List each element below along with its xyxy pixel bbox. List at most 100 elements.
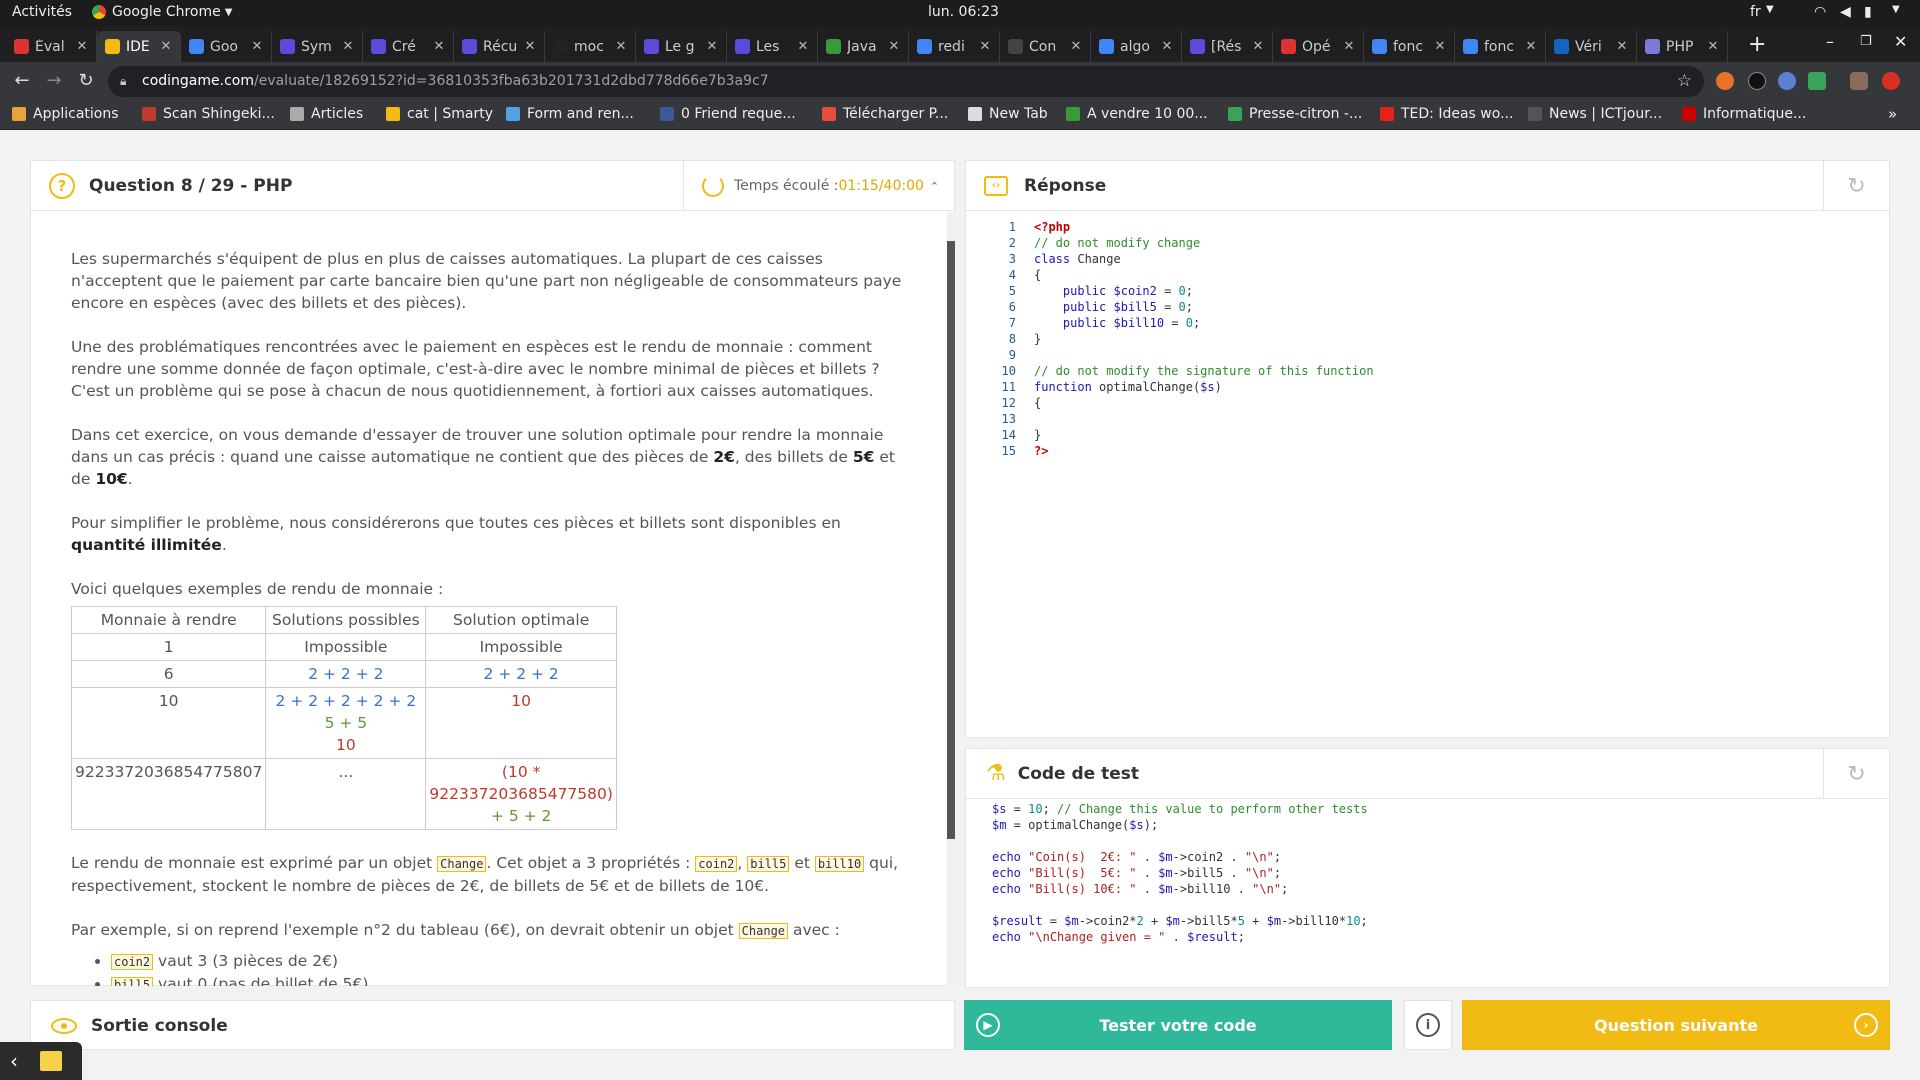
info-button[interactable]: i	[1404, 1000, 1452, 1050]
bookmark-item[interactable]: Form and ren...	[506, 106, 634, 122]
new-tab-button[interactable]: +	[1748, 32, 1766, 57]
close-tab-icon[interactable]: ✕	[977, 39, 993, 54]
browser-tab[interactable]: Java ✕	[818, 31, 909, 62]
bookmark-icon	[1380, 107, 1394, 121]
browser-tab[interactable]: moc ✕	[545, 31, 636, 62]
browser-tab[interactable]: [Rés ✕	[1182, 31, 1273, 62]
close-tab-icon[interactable]: ✕	[1250, 39, 1266, 54]
clock[interactable]: lun. 06:23	[928, 4, 999, 20]
bookmark-item[interactable]: TED: Ideas wo...	[1380, 106, 1513, 122]
browser-tab[interactable]: PHP ✕	[1637, 31, 1728, 62]
chevron-left-icon[interactable]: ‹	[10, 1049, 18, 1073]
chevron-up-icon[interactable]: ⌃	[930, 180, 939, 193]
bookmark-item[interactable]: Informatique...	[1682, 106, 1806, 122]
browser-tab[interactable]: Les ✕	[727, 31, 818, 62]
scrollbar-thumb[interactable]	[947, 241, 955, 839]
browser-tab[interactable]: Le g ✕	[636, 31, 727, 62]
close-tab-icon[interactable]: ✕	[522, 39, 538, 54]
text: Une des problématiques rencontrées avec …	[71, 338, 880, 400]
browser-tab[interactable]: Cré ✕	[363, 31, 454, 62]
statement-paragraph: Une des problématiques rencontrées avec …	[71, 336, 906, 402]
code-line: $result = $m->coin2*2 + $m->bill5*5 + $m…	[992, 914, 1368, 928]
reload-icon[interactable]: ↻	[74, 70, 98, 91]
close-tab-icon[interactable]: ✕	[74, 39, 90, 54]
bookmark-item[interactable]: Articles	[290, 106, 363, 122]
browser-tab[interactable]: Opé ✕	[1273, 31, 1364, 62]
bookmark-item[interactable]: 0 Friend reque...	[660, 106, 796, 122]
browser-tab[interactable]: redi ✕	[909, 31, 1000, 62]
close-tab-icon[interactable]: ✕	[249, 39, 265, 54]
volume-icon[interactable]: ◀	[1840, 4, 1851, 20]
bookmark-item[interactable]: News | ICTjour...	[1528, 106, 1662, 122]
browser-tab[interactable]: Sym ✕	[272, 31, 363, 62]
close-tab-icon[interactable]: ✕	[1341, 39, 1357, 54]
notes-widget[interactable]: ‹	[0, 1042, 82, 1080]
close-tab-icon[interactable]: ✕	[795, 39, 811, 54]
bookmark-item[interactable]: Applications	[12, 106, 119, 122]
extension-icon[interactable]	[1808, 72, 1826, 90]
browser-tab[interactable]: algo ✕	[1091, 31, 1182, 62]
more-bookmarks-icon[interactable]: »	[1888, 105, 1897, 123]
maximize-button[interactable]: ❐	[1860, 34, 1872, 49]
console-panel[interactable]: Sortie console	[30, 1000, 955, 1050]
reset-icon[interactable]: ↻	[1823, 161, 1889, 211]
bookmark-item[interactable]: cat | Smarty	[386, 106, 493, 122]
favicon-icon	[735, 39, 750, 54]
battery-icon[interactable]: ▮	[1864, 4, 1872, 20]
browser-tab[interactable]: Con ✕	[1000, 31, 1091, 62]
code-editor[interactable]: 1 <?php 2 // do not modify change 3 class Cha…	[986, 219, 1866, 719]
close-tab-icon[interactable]: ✕	[704, 39, 720, 54]
browser-tab[interactable]: fonc ✕	[1364, 31, 1455, 62]
close-tab-icon[interactable]: ✕	[613, 39, 629, 54]
console-header[interactable]: Sortie console	[31, 1001, 954, 1051]
tab-label: Éval	[35, 38, 65, 55]
test-code-editor[interactable]: $s = 10; // Change this value to perform…	[992, 801, 1872, 981]
browser-tab[interactable]: IDE ✕	[97, 31, 181, 62]
note-icon[interactable]	[40, 1051, 62, 1071]
close-tab-icon[interactable]: ✕	[1159, 39, 1175, 54]
star-icon[interactable]: ☆	[1677, 66, 1692, 97]
app-menu[interactable]: Google Chrome ▼	[92, 4, 232, 20]
close-tab-icon[interactable]: ✕	[886, 39, 902, 54]
forward-arrow-icon[interactable]: →	[42, 70, 66, 91]
close-window-button[interactable]: ✕	[1894, 32, 1907, 51]
minimize-button[interactable]: –	[1826, 32, 1834, 51]
activities-button[interactable]: Activités	[12, 4, 72, 20]
extension-icon[interactable]	[1778, 72, 1796, 90]
browser-tab[interactable]: Éval ✕	[6, 31, 97, 62]
bookmark-item[interactable]: New Tab	[968, 106, 1048, 122]
bookmark-item[interactable]: Presse-citron -...	[1228, 106, 1362, 122]
avatar[interactable]	[1850, 72, 1868, 90]
extension-icon[interactable]	[1716, 72, 1734, 90]
close-tab-icon[interactable]: ✕	[1523, 39, 1539, 54]
reset-icon[interactable]: ↻	[1823, 749, 1889, 799]
back-arrow-icon[interactable]: ←	[10, 70, 34, 91]
browser-tab[interactable]: fonc ✕	[1455, 31, 1546, 62]
close-tab-icon[interactable]: ✕	[1614, 39, 1630, 54]
bookmark-item[interactable]: Télécharger P...	[822, 106, 948, 122]
bookmark-icon	[1228, 107, 1242, 121]
browser-tab[interactable]: Goo ✕	[181, 31, 272, 62]
browser-tab[interactable]: Récu ✕	[454, 31, 545, 62]
address-bar[interactable]: 🔒︎ codingame.com/evaluate/18269152?id=36…	[108, 66, 1704, 97]
wifi-icon[interactable]: ◠	[1814, 4, 1826, 20]
close-tab-icon[interactable]: ✕	[431, 39, 447, 54]
tab-label: Les	[756, 38, 780, 55]
extension-icon[interactable]	[1748, 72, 1766, 90]
bookmark-icon	[822, 107, 836, 121]
timer[interactable]: Temps écoulé : 01:15/40:00 ⌃	[683, 161, 955, 211]
bookmark-item[interactable]: A vendre 10 00...	[1066, 106, 1208, 122]
close-tab-icon[interactable]: ✕	[1705, 39, 1721, 54]
browser-tab[interactable]: Véri ✕	[1546, 31, 1637, 62]
close-tab-icon[interactable]: ✕	[1068, 39, 1084, 54]
close-tab-icon[interactable]: ✕	[1432, 39, 1448, 54]
close-tab-icon[interactable]: ✕	[340, 39, 356, 54]
text: avec :	[788, 921, 840, 939]
close-tab-icon[interactable]: ✕	[158, 39, 174, 54]
language-indicator[interactable]: fr	[1750, 4, 1761, 20]
next-question-button[interactable]: Question suivante ›	[1462, 1000, 1890, 1050]
toolbar: ← → ↻ 🔒︎ codingame.com/evaluate/18269152…	[0, 62, 1920, 102]
update-icon[interactable]	[1882, 72, 1900, 90]
bookmark-item[interactable]: Scan Shingeki...	[142, 106, 275, 122]
test-code-button[interactable]: ▶ Tester votre code	[964, 1000, 1392, 1050]
